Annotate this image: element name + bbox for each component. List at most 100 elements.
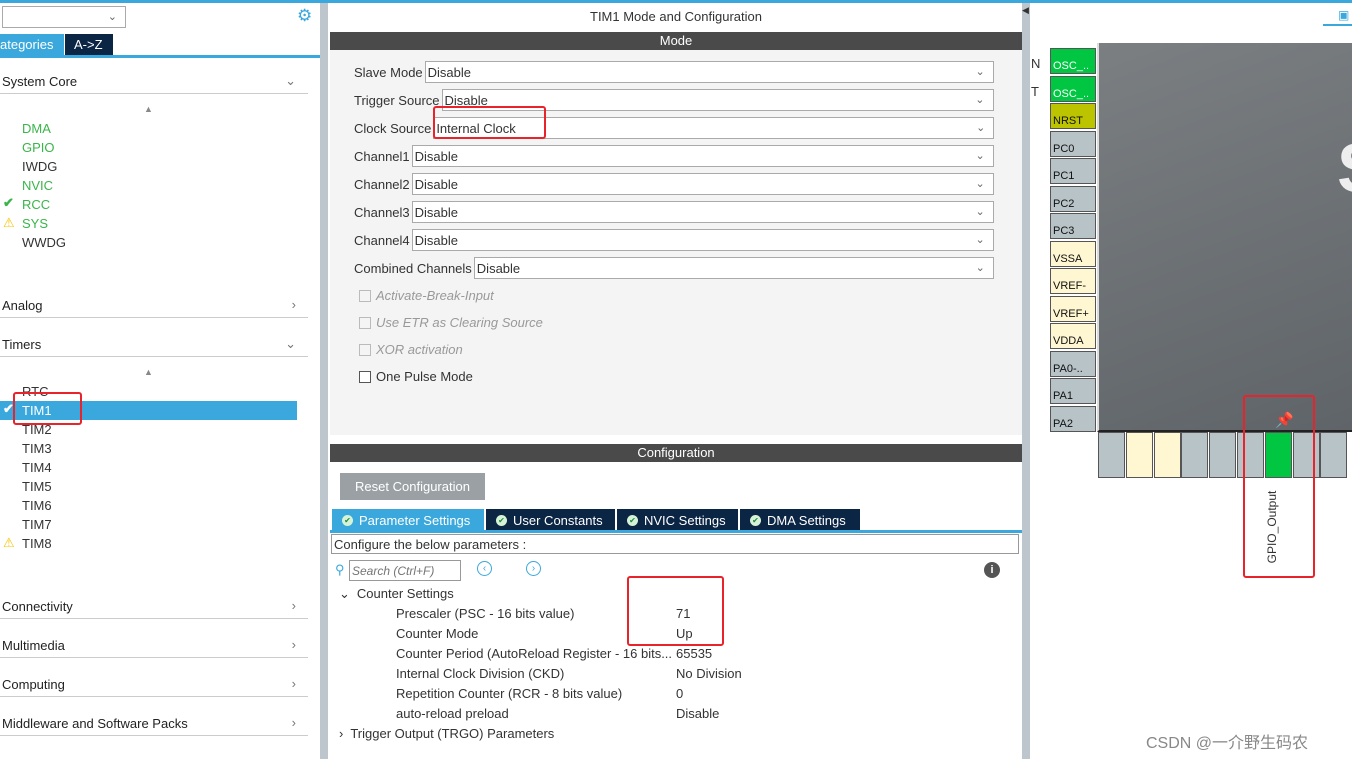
category-connectivity[interactable]: Connectivity ›	[0, 593, 308, 619]
peripheral-item-tim6[interactable]: TIM6	[22, 496, 52, 515]
info-icon[interactable]: i	[984, 562, 1000, 578]
category-label: Middleware and Software Packs	[2, 716, 188, 731]
chip-view-icon[interactable]: ▣	[1338, 8, 1349, 22]
pin-label: PA1	[1053, 390, 1073, 402]
peripheral-item-tim8[interactable]: TIM8	[22, 534, 52, 553]
chevron-down-icon: ⌄	[975, 262, 985, 274]
group-label: Counter Settings	[356, 586, 454, 601]
category-middleware[interactable]: Middleware and Software Packs ›	[0, 710, 308, 736]
peripheral-item-tim4[interactable]: TIM4	[22, 458, 52, 477]
param-label[interactable]: Prescaler (PSC - 16 bits value)	[396, 604, 574, 624]
param-label[interactable]: Repetition Counter (RCR - 8 bits value)	[396, 684, 622, 704]
category-analog[interactable]: Analog ›	[0, 292, 308, 318]
field-select[interactable]: Disable ⌄	[411, 229, 994, 251]
panel-splitter[interactable]	[320, 3, 328, 759]
pin-pc1[interactable]: PC1	[1050, 158, 1096, 184]
param-label[interactable]: Internal Clock Division (CKD)	[396, 664, 564, 684]
param-label[interactable]: Counter Period (AutoReload Register - 16…	[396, 644, 672, 664]
category-search-dropdown[interactable]: ⌄	[2, 6, 126, 28]
field-select[interactable]: Disable ⌄	[411, 201, 994, 223]
param-value[interactable]: Disable	[676, 704, 719, 724]
param-value[interactable]: 65535	[676, 644, 712, 664]
category-label: Computing	[2, 677, 65, 692]
peripheral-item-dma[interactable]: DMA	[22, 119, 51, 138]
pin-vref[interactable]: VREF+	[1050, 295, 1096, 322]
pin-osc[interactable]: OSC_..	[1050, 48, 1096, 74]
tab-a-z[interactable]: A->Z	[65, 34, 113, 55]
reset-configuration-button[interactable]: Reset Configuration	[340, 473, 485, 500]
pin-pc3[interactable]: PC3	[1050, 213, 1096, 239]
pin-pa2[interactable]: PA2	[1050, 405, 1096, 432]
category-system-core[interactable]: System Core ⌄	[0, 68, 308, 94]
select-value: Disable	[476, 261, 521, 276]
pin-pc5[interactable]: PC5	[1320, 432, 1348, 478]
param-value[interactable]: 0	[676, 684, 683, 704]
peripheral-item-tim5[interactable]: TIM5	[22, 477, 52, 496]
tabs-underline	[330, 530, 1022, 533]
config-hint: Configure the below parameters :	[331, 534, 1019, 554]
pin-vdda[interactable]: VDDA	[1050, 323, 1096, 349]
pin-label: PA3	[1098, 435, 1099, 475]
pin-pc0[interactable]: PC0	[1050, 130, 1096, 157]
tab-categories[interactable]: ategories	[0, 34, 64, 55]
sort-icon[interactable]: ▲	[144, 367, 153, 377]
pin-label: VDDA	[1053, 335, 1084, 347]
category-multimedia[interactable]: Multimedia ›	[0, 632, 308, 658]
chevron-right-icon: ›	[291, 676, 296, 691]
chevron-right-icon: ›	[291, 297, 296, 312]
peripheral-item-gpio[interactable]: GPIO	[22, 138, 55, 157]
checkbox[interactable]	[359, 370, 371, 383]
next-result-icon[interactable]: ›	[526, 561, 541, 576]
peripheral-item-wwdg[interactable]: WWDG	[22, 233, 66, 252]
pin-osc[interactable]: OSC_..	[1050, 75, 1096, 102]
category-label: Connectivity	[2, 599, 73, 614]
previous-result-icon[interactable]: ‹	[477, 561, 492, 576]
gear-icon[interactable]: ⚙	[297, 6, 312, 26]
param-search-input[interactable]	[349, 560, 461, 581]
peripheral-item-nvic[interactable]: NVIC	[22, 176, 53, 195]
pin-label: VSS	[1126, 435, 1127, 475]
param-label[interactable]: auto-reload preload	[396, 704, 509, 724]
peripheral-item-rcc[interactable]: RCC	[22, 195, 50, 214]
checkbox	[359, 316, 371, 329]
category-computing[interactable]: Computing ›	[0, 671, 308, 697]
config-tab[interactable]: ✔ DMA Settings	[740, 509, 860, 531]
chip-body: S	[1097, 43, 1352, 432]
config-tab[interactable]: ✔ Parameter Settings	[332, 509, 484, 531]
param-value[interactable]: No Division	[676, 664, 742, 684]
field-select[interactable]: Disable ⌄	[411, 173, 994, 195]
peripheral-item-tim7[interactable]: TIM7	[22, 515, 52, 534]
field-select[interactable]: Disable ⌄	[424, 61, 994, 83]
pin-vss[interactable]: VSS	[1125, 432, 1153, 478]
config-tab[interactable]: ✔ NVIC Settings	[617, 509, 738, 531]
field-select[interactable]: Disable ⌄	[411, 145, 994, 167]
peripheral-item-sys[interactable]: SYS	[22, 214, 48, 233]
group-trgo-parameters[interactable]: › Trigger Output (TRGO) Parameters	[339, 726, 554, 741]
pin-pa5[interactable]: PA5	[1209, 432, 1237, 478]
checkbox-row[interactable]: One Pulse Mode	[359, 369, 473, 384]
panel-splitter[interactable]: ◀	[1022, 3, 1030, 759]
pin-vssa[interactable]: VSSA	[1050, 240, 1096, 267]
pin-vref[interactable]: VREF-	[1050, 268, 1096, 294]
pin-label: OSC_..	[1053, 87, 1090, 100]
pin-pa4[interactable]: PA4	[1181, 432, 1209, 478]
peripheral-item-tim3[interactable]: TIM3	[22, 439, 52, 458]
pin-pa1[interactable]: PA1	[1050, 378, 1096, 404]
check-circle-icon: ✔	[496, 514, 507, 526]
pin-pa3[interactable]: PA3	[1098, 432, 1125, 478]
pin-nrst[interactable]: NRST	[1050, 103, 1096, 129]
field-select[interactable]: Disable ⌄	[473, 257, 994, 279]
category-timers[interactable]: Timers ⌄	[0, 331, 308, 357]
peripheral-item-iwdg[interactable]: IWDG	[22, 157, 57, 176]
field-label: Channel1	[354, 148, 410, 164]
pin-label: PC5	[1320, 435, 1321, 475]
pin-pa0[interactable]: PA0-..	[1050, 350, 1096, 377]
pin-vdd[interactable]: VDD	[1153, 432, 1181, 478]
config-tab[interactable]: ✔ User Constants	[486, 509, 615, 531]
param-label[interactable]: Counter Mode	[396, 624, 478, 644]
group-counter-settings[interactable]: ⌄ Counter Settings	[339, 586, 454, 602]
pin-pc2[interactable]: PC2	[1050, 185, 1096, 212]
check-circle-icon: ✔	[750, 514, 761, 526]
sort-icon[interactable]: ▲	[144, 104, 153, 114]
field-label: Slave Mode	[354, 64, 423, 80]
